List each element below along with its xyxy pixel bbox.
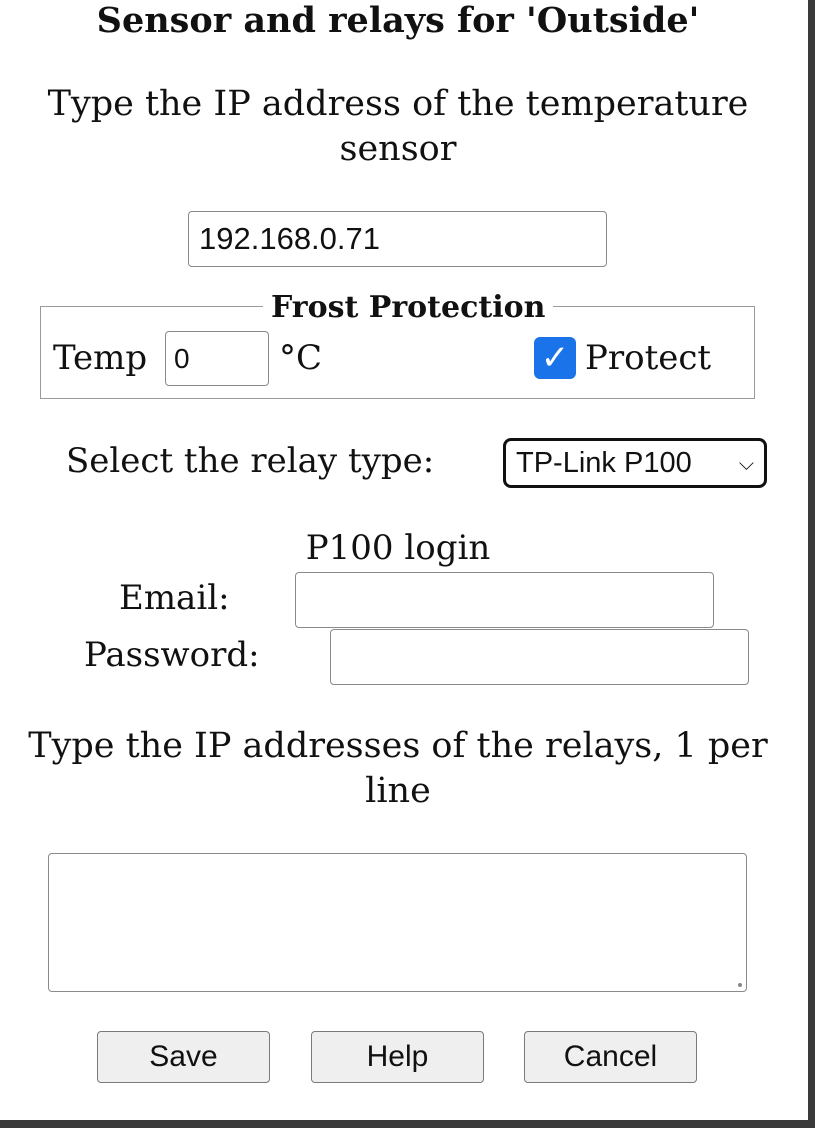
relay-ips-prompt: Type the IP addresses of the relays, 1 p… — [28, 726, 768, 811]
frost-temp-input[interactable] — [165, 331, 269, 386]
email-label: Email: — [119, 578, 230, 618]
frost-temp-label: Temp — [53, 338, 148, 378]
relay-ips-textarea[interactable] — [48, 853, 747, 992]
p100-login-heading: P100 login — [305, 528, 491, 568]
frost-protection-legend: Frost Protection — [263, 289, 554, 327]
relay-type-select[interactable]: TP-Link P100 ⌵ — [503, 438, 767, 488]
cancel-button[interactable]: Cancel — [524, 1031, 697, 1083]
dialog-title: Sensor and relays for 'Outside' — [96, 0, 700, 41]
password-field[interactable] — [330, 629, 749, 685]
email-field[interactable] — [295, 572, 714, 628]
temp-unit-label: °C — [279, 338, 323, 378]
check-icon: ✓ — [540, 338, 570, 378]
sensor-ip-prompt: Type the IP address of the temperature s… — [47, 84, 749, 169]
chevron-down-icon: ⌵ — [738, 451, 754, 475]
protect-checkbox[interactable]: ✓ — [534, 337, 576, 379]
relay-type-label: Select the relay type: — [66, 441, 435, 481]
protect-label: Protect — [585, 338, 712, 378]
window-frame-bottom — [0, 1120, 815, 1128]
password-label: Password: — [84, 635, 260, 675]
relay-type-selected: TP-Link P100 — [516, 447, 692, 479]
window-frame-right — [808, 0, 815, 1128]
resize-grip-icon[interactable] — [738, 983, 742, 987]
sensor-ip-input[interactable] — [188, 211, 607, 267]
help-button[interactable]: Help — [311, 1031, 484, 1083]
save-button[interactable]: Save — [97, 1031, 270, 1083]
